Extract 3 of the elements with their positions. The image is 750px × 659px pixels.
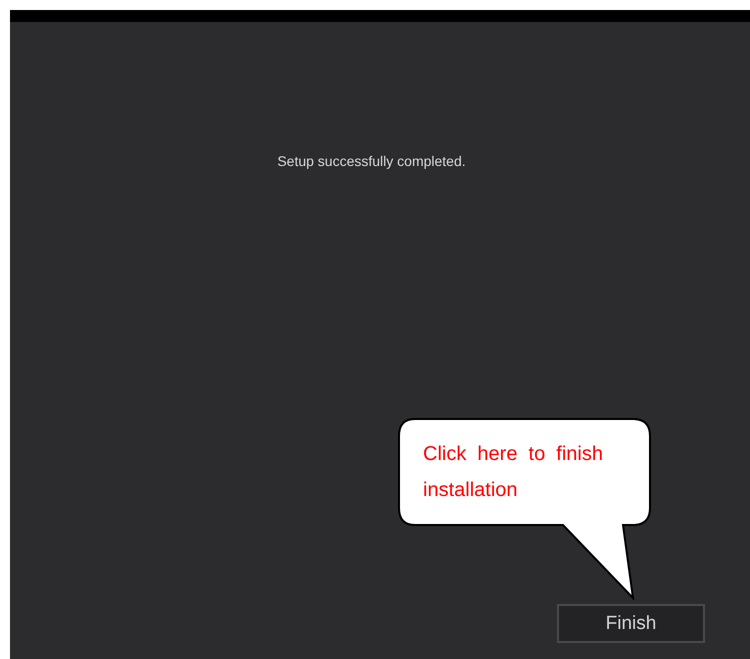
status-message: Setup successfully completed. bbox=[277, 153, 466, 169]
callout-text: Click here to finish installation bbox=[423, 442, 603, 503]
finish-button[interactable]: Finish bbox=[557, 604, 705, 643]
